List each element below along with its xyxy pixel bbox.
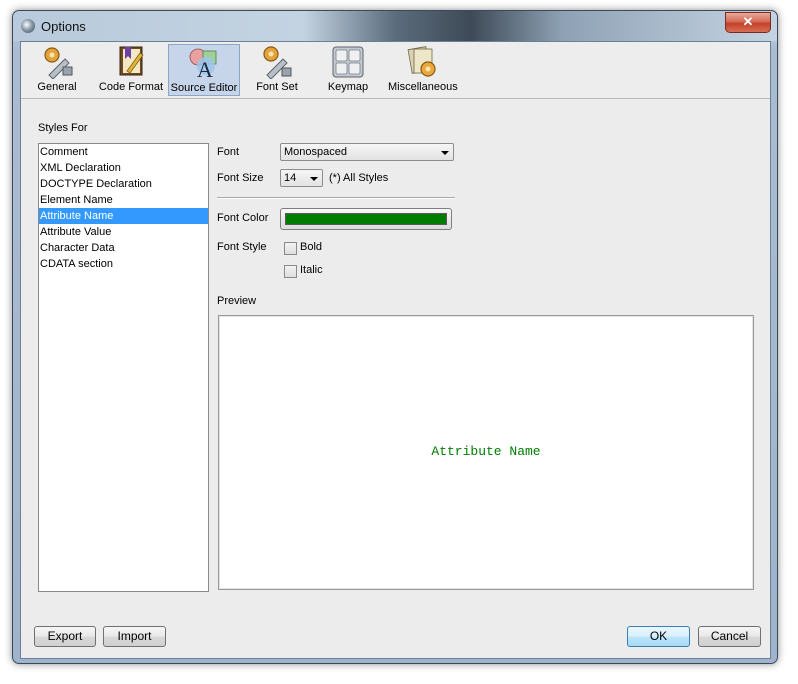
preview-label: Preview [217, 295, 257, 307]
font-color-button[interactable] [280, 208, 452, 230]
list-item[interactable]: Character Data [39, 240, 208, 256]
tab-miscellaneous-label: Miscellaneous [388, 81, 458, 93]
separator [217, 197, 455, 199]
tab-keymap[interactable]: Keymap [326, 44, 370, 96]
italic-checkbox[interactable] [284, 265, 297, 278]
cards-gear-icon [407, 46, 436, 77]
tab-code-format[interactable]: Code Format [96, 44, 166, 96]
wrench-gear-icon [44, 47, 73, 79]
list-item[interactable]: Element Name [39, 192, 208, 208]
italic-label: Italic [300, 264, 323, 276]
font-select[interactable]: Monospaced [280, 143, 454, 161]
export-button[interactable]: Export [34, 626, 96, 647]
cancel-button[interactable]: Cancel [698, 626, 761, 647]
title-bar[interactable]: Options ✕ [13, 11, 777, 41]
font-size-label: Font Size [217, 172, 264, 184]
preview-panel: Attribute Name [218, 315, 754, 590]
options-window: Options ✕ General Code Format A Source E… [12, 10, 778, 664]
keyboard-icon [332, 46, 364, 78]
chevron-down-icon [310, 177, 318, 181]
tab-miscellaneous[interactable]: Miscellaneous [388, 44, 458, 96]
tab-font-set-label: Font Set [256, 81, 298, 93]
preview-sample-text: Attribute Name [431, 444, 541, 459]
tab-source-editor[interactable]: A Source Editor [168, 44, 240, 96]
tab-keymap-label: Keymap [327, 81, 369, 93]
font-size-select[interactable]: 14 [280, 169, 323, 187]
font-color-label: Font Color [217, 212, 269, 224]
font-style-label: Font Style [217, 241, 267, 253]
bold-label: Bold [300, 241, 323, 253]
book-pen-icon [119, 46, 144, 76]
import-button[interactable]: Import [103, 626, 166, 647]
window-title: Options [41, 19, 86, 34]
list-item[interactable]: CDATA section [39, 256, 208, 272]
font-color-swatch [285, 213, 447, 225]
list-item[interactable]: Attribute Value [39, 224, 208, 240]
tab-general-label: General [37, 81, 77, 93]
font-label: Font [217, 146, 240, 158]
list-item-selected[interactable]: Attribute Name [39, 208, 208, 224]
chevron-down-icon [441, 151, 449, 155]
font-shapes-icon: A [189, 48, 217, 80]
app-icon [21, 19, 35, 33]
ok-button[interactable]: OK [627, 626, 690, 647]
font-gears-icon [263, 46, 292, 79]
styles-for-label: Styles For [38, 122, 88, 134]
tab-general[interactable]: General [35, 44, 79, 96]
list-item[interactable]: XML Declaration [39, 160, 208, 176]
category-toolbar: General Code Format A Source Editor Font… [21, 42, 770, 99]
tab-font-set[interactable]: Font Set [255, 44, 299, 96]
font-select-value: Monospaced [284, 146, 347, 158]
all-styles-note: (*) All Styles [329, 172, 389, 184]
font-size-value: 14 [284, 172, 297, 184]
tab-code-format-label: Code Format [98, 81, 164, 93]
list-item[interactable]: DOCTYPE Declaration [39, 176, 208, 192]
tab-source-editor-label: Source Editor [170, 82, 238, 94]
styles-list[interactable]: Comment XML Declaration DOCTYPE Declarat… [38, 143, 209, 592]
bold-checkbox[interactable] [284, 242, 297, 255]
svg-text:A: A [197, 57, 213, 80]
list-item[interactable]: Comment [39, 144, 208, 160]
dialog-content: General Code Format A Source Editor Font… [20, 41, 771, 659]
close-button[interactable]: ✕ [725, 12, 771, 33]
